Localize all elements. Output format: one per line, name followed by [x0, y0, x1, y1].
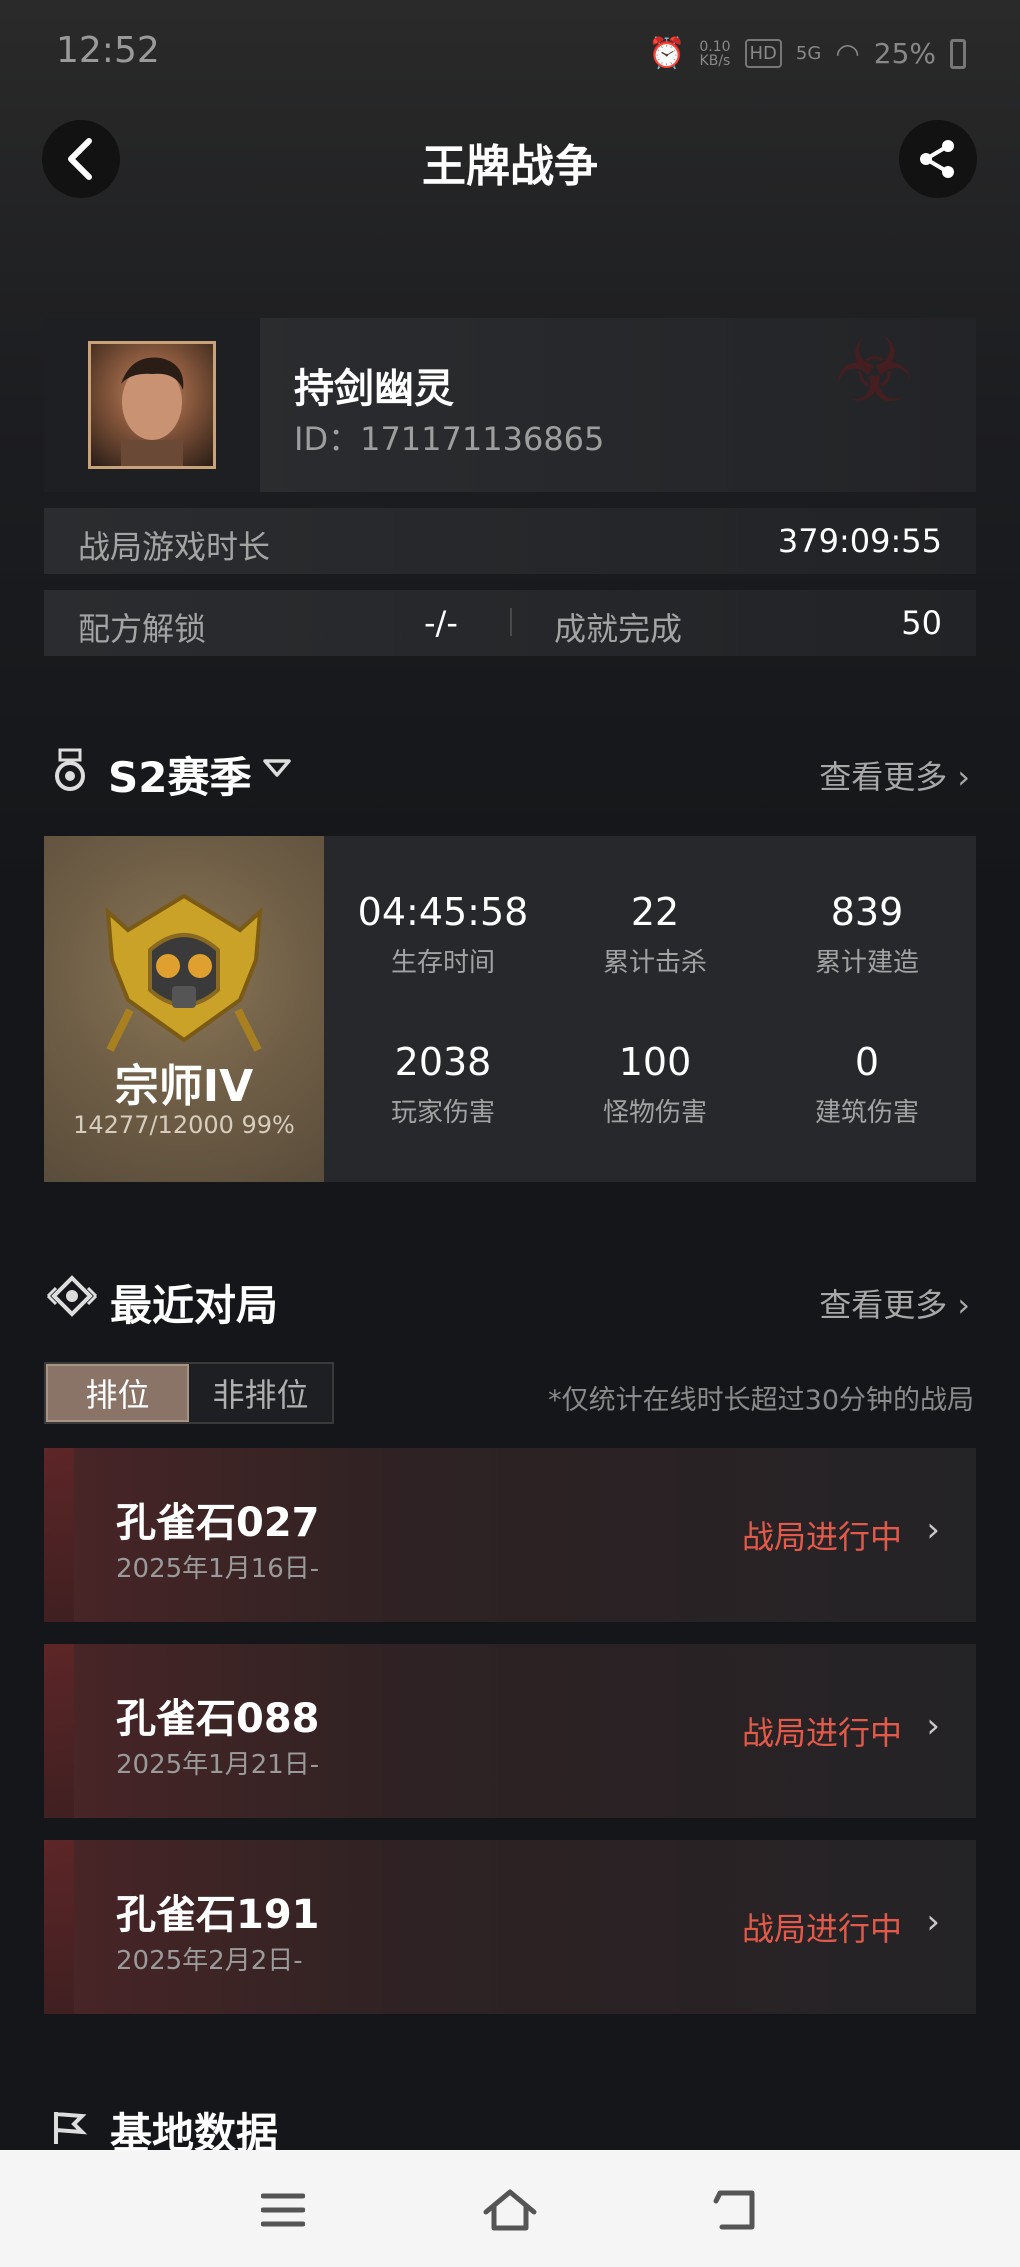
back-nav-icon[interactable]	[706, 2180, 766, 2240]
chevron-right-icon: ›	[957, 1286, 970, 1324]
stat-player-damage: 2038 玩家伤害	[390, 1040, 495, 1128]
battery-icon	[950, 38, 966, 69]
game-card[interactable]: 孔雀石191 2025年2月2日- 战局进行中 ›	[44, 1840, 976, 2014]
game-server-name: 孔雀石027	[116, 1500, 320, 1546]
game-status: 战局进行中	[741, 1518, 902, 1556]
share-icon	[920, 140, 954, 178]
tab-ranked[interactable]: 排位	[46, 1364, 190, 1422]
game-date: 2025年1月21日-	[116, 1750, 320, 1780]
season-see-more-link[interactable]: 查看更多 ›	[819, 752, 970, 798]
share-button[interactable]	[899, 120, 977, 198]
duration-row: 战局游戏时长 379:09:55	[44, 508, 976, 574]
tab-unranked[interactable]: 非排位	[189, 1364, 332, 1422]
game-card[interactable]: 孔雀石088 2025年1月21日- 战局进行中 ›	[44, 1644, 976, 1818]
wifi-icon: ◠	[835, 37, 860, 70]
stat-building-damage: 0 建筑伤害	[814, 1040, 919, 1128]
game-date: 2025年2月2日-	[116, 1946, 303, 1976]
signal-icon: 5G	[795, 43, 822, 64]
game-status: 战局进行中	[741, 1714, 902, 1752]
achievement-value: 50	[901, 604, 942, 642]
stat-builds: 839 累计建造	[814, 890, 919, 978]
duration-value: 379:09:55	[777, 522, 942, 560]
game-status: 战局进行中	[741, 1910, 902, 1948]
achievement-label: 成就完成	[554, 610, 683, 648]
recipe-label: 配方解锁	[78, 610, 207, 648]
flag-icon	[50, 2108, 90, 2152]
chevron-right-icon: ›	[926, 1902, 940, 1942]
rank-name: 宗师IV	[114, 1061, 254, 1112]
chevron-right-icon: ›	[957, 758, 970, 796]
status-icons: ⏰ 0.10 KB/s HD 5G ◠ 25%	[648, 36, 966, 71]
row-divider	[510, 608, 512, 636]
home-icon[interactable]	[480, 2180, 540, 2240]
recent-title: 最近对局	[110, 1281, 279, 1330]
chevron-right-icon: ›	[926, 1510, 940, 1550]
hd-icon: HD	[744, 39, 782, 68]
chevron-right-icon: ›	[926, 1706, 940, 1746]
game-card[interactable]: 孔雀石027 2025年1月16日- 战局进行中 ›	[44, 1448, 976, 1622]
menu-icon[interactable]	[253, 2180, 313, 2240]
recipe-value: -/-	[424, 604, 458, 642]
diamond-icon	[46, 1274, 98, 1324]
rank-emblem-icon	[90, 890, 278, 1060]
battery-text: 25%	[873, 37, 936, 70]
alarm-icon: ⏰	[647, 36, 686, 71]
biohazard-emblem-icon: ☣	[834, 318, 915, 423]
stats-note: *仅统计在线时长超过30分钟的战局	[548, 1385, 974, 1416]
stat-survival-time: 04:45:58 生存时间	[357, 890, 529, 978]
rank-filter-toggle: 排位 非排位	[44, 1362, 334, 1424]
net-speed: 0.10 KB/s	[699, 38, 731, 69]
season-dropdown-icon[interactable]	[262, 758, 292, 784]
page-title: 王牌战争	[422, 141, 598, 192]
status-time: 12:52	[56, 30, 160, 71]
recent-see-more-link[interactable]: 查看更多 ›	[819, 1280, 970, 1326]
recipe-achievement-row: 配方解锁 -/- 成就完成 50	[44, 590, 976, 656]
duration-label: 战局游戏时长	[78, 528, 271, 566]
stat-monster-damage: 100 怪物伤害	[602, 1040, 707, 1128]
season-title[interactable]: S2赛季	[108, 744, 251, 805]
system-nav-bar	[0, 2150, 1020, 2267]
medal-icon	[52, 748, 88, 796]
player-name: 持剑幽灵	[294, 366, 454, 412]
game-server-name: 孔雀石088	[116, 1696, 320, 1742]
status-bar: 12:52 ⏰ 0.10 KB/s HD 5G ◠ 25%	[0, 0, 1020, 110]
rank-progress: 14277/12000 99%	[73, 1111, 295, 1139]
player-id: ID：171171136865	[294, 420, 605, 458]
game-server-name: 孔雀石191	[116, 1892, 320, 1938]
game-date: 2025年1月16日-	[116, 1554, 320, 1584]
stat-kills: 22 累计击杀	[602, 890, 707, 978]
avatar[interactable]	[88, 341, 216, 470]
